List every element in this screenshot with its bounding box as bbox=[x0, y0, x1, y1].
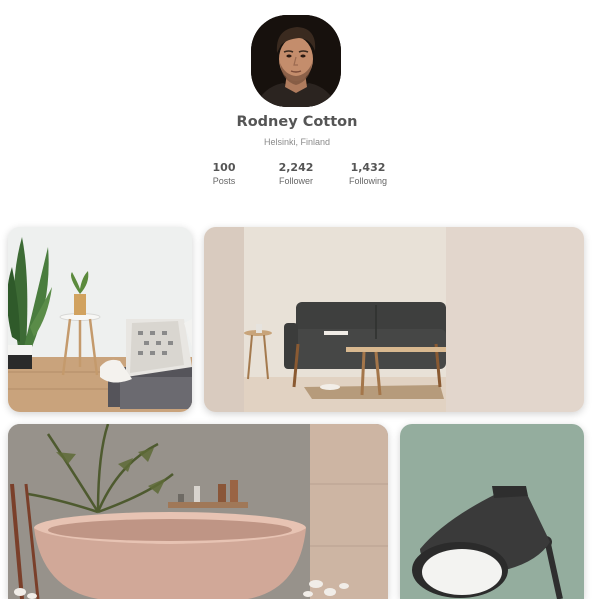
stat-posts[interactable]: 100 Posts bbox=[184, 161, 264, 187]
profile-name: Rodney Cotton bbox=[236, 114, 358, 130]
stat-following-label: Following bbox=[348, 176, 388, 186]
stat-followers-value: 2,242 bbox=[278, 161, 314, 174]
gallery-photo-bedroom[interactable] bbox=[8, 227, 192, 412]
gallery-photo-bathroom[interactable] bbox=[8, 424, 388, 599]
gallery-photo-living-room[interactable] bbox=[204, 227, 584, 412]
stat-posts-label: Posts bbox=[212, 176, 236, 186]
stat-following-value: 1,432 bbox=[350, 161, 386, 174]
stat-followers-label: Follower bbox=[278, 176, 313, 186]
profile-header: Rodney Cotton Helsinki, Finland 100 Post… bbox=[0, 0, 594, 200]
profile-location: Helsinki, Finland bbox=[263, 137, 331, 147]
avatar-portrait bbox=[251, 15, 341, 107]
lamp-image bbox=[400, 424, 584, 599]
stat-posts-value: 100 bbox=[212, 161, 236, 174]
bathroom-image bbox=[8, 424, 388, 599]
stat-followers[interactable]: 2,242 Follower bbox=[256, 161, 336, 187]
gallery-photo-lamp[interactable] bbox=[400, 424, 584, 599]
stat-following[interactable]: 1,432 Following bbox=[328, 161, 408, 187]
bedroom-image bbox=[8, 227, 192, 412]
avatar[interactable] bbox=[251, 15, 341, 107]
living-room-image bbox=[204, 227, 584, 412]
